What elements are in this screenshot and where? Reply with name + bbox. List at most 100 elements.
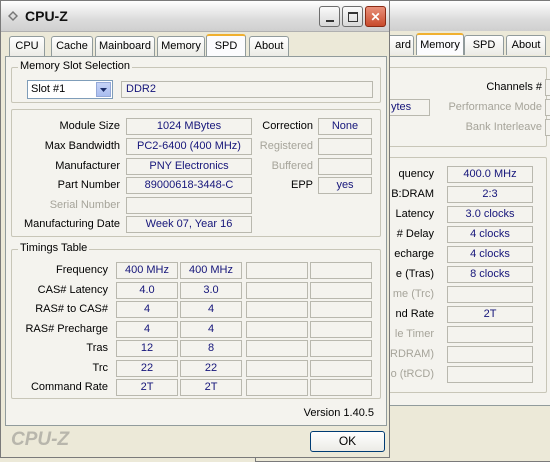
total-cas-value <box>447 346 533 363</box>
timing-value: 400 MHz <box>116 262 178 279</box>
serial-number-label: Serial Number <box>49 199 120 211</box>
max-bandwidth-value: PC2-6400 (400 MHz) <box>126 138 252 155</box>
back-tab-spd[interactable]: SPD <box>464 35 504 55</box>
memory-type-value: DDR2 <box>121 81 373 98</box>
timing-value <box>246 262 308 279</box>
epp-value: yes <box>318 177 372 194</box>
close-icon: ✕ <box>370 9 381 24</box>
bank-cycle-time-value <box>447 286 533 303</box>
timings-table-title: Timings Table <box>18 242 90 254</box>
serial-number-value <box>126 197 252 214</box>
timing-value <box>310 321 372 338</box>
timing-value: 2T <box>180 379 242 396</box>
slot-select-value: Slot #1 <box>31 83 66 95</box>
close-button[interactable]: ✕ <box>365 6 386 27</box>
timing-value: 4 <box>116 301 178 318</box>
manufacturer-value: PNY Electronics <box>126 158 252 175</box>
timing-value: 2T <box>116 379 178 396</box>
window-title: CPU-Z <box>25 8 68 24</box>
timing-value: 4.0 <box>116 282 178 299</box>
performance-mode-label: Performance Mode <box>448 101 542 113</box>
tab-cache[interactable]: Cache <box>51 36 93 56</box>
tab-spd[interactable]: SPD <box>206 34 246 56</box>
ras-precharge-value: 4 clocks <box>447 246 533 263</box>
timing-value: 22 <box>116 360 178 377</box>
timing-label: Tras <box>86 342 108 354</box>
timing-label: Frequency <box>56 264 108 276</box>
spd-panel: Memory Slot Selection Slot #1 DDR2 Modul… <box>5 56 387 426</box>
timing-value: 4 <box>180 301 242 318</box>
command-rate-value: 2T <box>447 306 533 323</box>
timing-value <box>246 340 308 357</box>
timing-value <box>310 360 372 377</box>
title-bar[interactable]: CPU-Z ✕ <box>1 1 389 32</box>
chevron-down-icon[interactable] <box>96 82 111 97</box>
bank-interleave-value <box>545 119 550 136</box>
row-to-column-value <box>447 366 533 383</box>
manufacturer-label: Manufacturer <box>55 160 120 172</box>
manufacturing-date-label: Manufacturing Date <box>24 218 120 230</box>
correction-label: Correction <box>262 120 313 132</box>
bank-interleave-label: Bank Interleave <box>465 121 542 133</box>
timing-value <box>246 360 308 377</box>
maximize-icon <box>347 11 358 22</box>
tab-memory[interactable]: Memory <box>157 36 205 56</box>
minimize-button[interactable] <box>319 6 340 27</box>
registered-value <box>318 138 372 155</box>
minimize-icon <box>325 19 334 22</box>
timing-value: 22 <box>180 360 242 377</box>
timing-value: 12 <box>116 340 178 357</box>
epp-label: EPP <box>290 179 313 191</box>
timing-value: 4 <box>180 321 242 338</box>
memory-slot-group-title: Memory Slot Selection <box>18 60 133 72</box>
timing-value <box>246 282 308 299</box>
ok-button[interactable]: OK <box>310 431 385 452</box>
module-size-value: 1024 MBytes <box>126 118 252 135</box>
channels-label: Channels # <box>486 81 542 93</box>
maximize-button[interactable] <box>342 6 363 27</box>
timing-value <box>310 340 372 357</box>
timing-label: RAS# Precharge <box>25 323 108 335</box>
timing-value <box>310 301 372 318</box>
tab-mainboard[interactable]: Mainboard <box>95 36 155 56</box>
timing-label: Trc <box>92 362 108 374</box>
correction-value: None <box>318 118 372 135</box>
cpuz-window: CPU-Z ✕ CPU Cache Mainboard Memory SPD A… <box>0 0 390 458</box>
max-bandwidth-label: Max Bandwidth <box>44 140 120 152</box>
manufacturing-date-value: Week 07, Year 16 <box>126 216 252 233</box>
back-tab-about[interactable]: About <box>506 35 546 55</box>
buffered-label: Buffered <box>271 160 313 172</box>
part-number-label: Part Number <box>57 179 120 191</box>
timing-label: Command Rate <box>30 381 108 393</box>
cycle-time-value: 8 clocks <box>447 266 533 283</box>
part-number-value: 89000618-3448-C <box>126 177 252 194</box>
fsb-dram-value: 2:3 <box>447 186 533 203</box>
cpuz-brand-logo: CPU-Z <box>11 429 70 450</box>
timing-value <box>246 321 308 338</box>
cpuz-logo-icon <box>8 11 18 21</box>
timing-value <box>310 282 372 299</box>
timing-value: 400 MHz <box>180 262 242 279</box>
dram-idle-timer-value <box>447 326 533 343</box>
module-size-label: Module Size <box>59 120 120 132</box>
buffered-value <box>318 158 372 175</box>
version-label: Version 1.40.5 <box>303 407 374 419</box>
timing-label: RAS# to CAS# <box>35 303 108 315</box>
tab-about[interactable]: About <box>249 36 289 56</box>
dram-frequency-value: 400.0 MHz <box>447 166 533 183</box>
tab-cpu[interactable]: CPU <box>9 36 45 56</box>
timing-value: 4 <box>116 321 178 338</box>
performance-mode-value <box>545 99 550 116</box>
back-tab-memory[interactable]: Memory <box>416 33 464 55</box>
timing-label: CAS# Latency <box>37 284 108 296</box>
timing-value <box>310 379 372 396</box>
timing-value <box>246 301 308 318</box>
timing-value <box>246 379 308 396</box>
timing-value: 8 <box>180 340 242 357</box>
slot-select[interactable]: Slot #1 <box>27 80 113 99</box>
timing-value: 3.0 <box>180 282 242 299</box>
cas-latency-value: 3.0 clocks <box>447 206 533 223</box>
ras-cas-delay-value: 4 clocks <box>447 226 533 243</box>
registered-label: Registered <box>259 140 313 152</box>
timing-value <box>310 262 372 279</box>
